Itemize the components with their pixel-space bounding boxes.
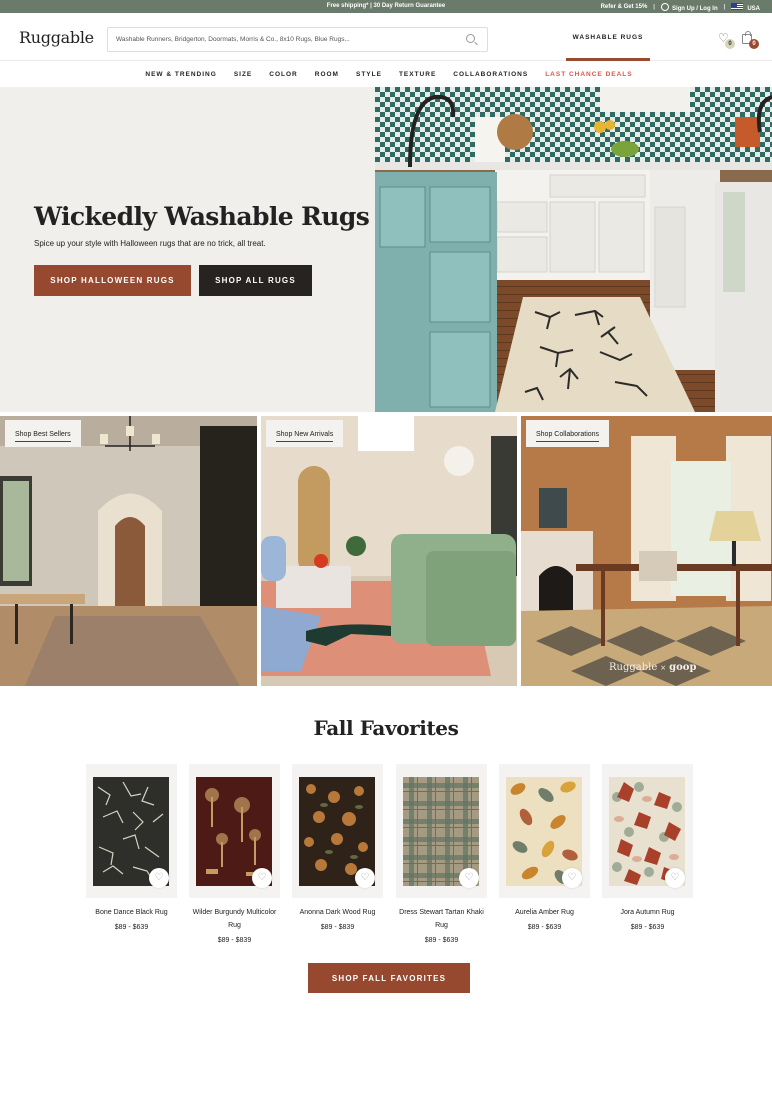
tile-label[interactable]: Shop New Arrivals [266, 420, 344, 447]
ruggable-logo[interactable]: Ruggable [19, 28, 94, 47]
cart-count-badge: 0 [749, 39, 759, 49]
product-name[interactable]: Anonna Dark Wood Rug [292, 906, 383, 919]
ruggable-goop-logo: Ruggable × goop [609, 662, 696, 673]
product-image-card[interactable]: ♡ [602, 764, 693, 898]
collab-times: × [660, 664, 667, 672]
refer-link[interactable]: Refer & Get 15% [601, 4, 648, 10]
nav-style[interactable]: STYLE [356, 71, 382, 78]
product-card[interactable]: ♡ Wilder Burgundy Multicolor Rug $89 - $… [189, 764, 280, 947]
kitchen-illustration [375, 87, 772, 412]
utility-links: Refer & Get 15% | Sign Up / Log In | USA [601, 2, 760, 12]
product-image-card[interactable]: ♡ [189, 764, 280, 898]
product-name[interactable]: Wilder Burgundy Multicolor Rug [189, 906, 280, 932]
tile-label[interactable]: Shop Collaborations [526, 420, 610, 447]
hero-kitchen-image[interactable] [375, 87, 772, 412]
shop-all-rugs-button[interactable]: SHOP ALL RUGS [199, 265, 312, 296]
product-image-card[interactable]: ♡ [86, 764, 177, 898]
nav-new-trending[interactable]: NEW & TRENDING [145, 71, 216, 78]
hero-title: Wickedly Washable Rugs [34, 202, 370, 231]
wishlist-heart-icon[interactable]: ♡ [459, 868, 479, 888]
account-link-label: Sign Up / Log In [671, 6, 718, 12]
product-price: $89 - $639 [424, 937, 459, 944]
nav-last-chance-deals[interactable]: LAST CHANCE DEALS [545, 71, 632, 78]
us-flag-icon [731, 2, 744, 10]
living-room-image [261, 416, 517, 686]
product-name[interactable]: Bone Dance Black Rug [86, 906, 177, 919]
shop-new-arrivals-link[interactable]: Shop New Arrivals [276, 431, 334, 442]
wishlist-heart-icon[interactable]: ♡ [252, 868, 272, 888]
wishlist-heart-icon[interactable]: ♡ [149, 868, 169, 888]
product-image-card[interactable]: ♡ [292, 764, 383, 898]
nav-collaborations[interactable]: COLLABORATIONS [453, 71, 528, 78]
main-nav: NEW & TRENDING SIZE COLOR ROOM STYLE TEX… [0, 61, 772, 87]
fall-favorites-title: Fall Favorites [313, 716, 459, 740]
announcement-bar: Free shipping* | 30 Day Return Guarantee… [0, 0, 772, 13]
shop-fall-favorites-button[interactable]: SHOP FALL FAVORITES [308, 963, 470, 993]
tile-collaborations[interactable]: Shop Collaborations Ruggable × goop [521, 416, 772, 686]
tile-best-sellers[interactable]: Shop Best Sellers [0, 416, 257, 686]
wishlist-heart-icon[interactable]: ♡ [562, 868, 582, 888]
tab-washable-rugs[interactable]: WASHABLE RUGS [566, 13, 650, 61]
cart-button[interactable]: 0 [741, 31, 761, 51]
collab-brand-goop: goop [669, 662, 697, 673]
user-icon [660, 3, 669, 11]
shop-best-sellers-link[interactable]: Shop Best Sellers [15, 431, 71, 442]
tile-label[interactable]: Shop Best Sellers [5, 420, 81, 447]
product-price: $89 - $839 [217, 937, 252, 944]
shop-halloween-rugs-button[interactable]: SHOP HALLOWEEN RUGS [34, 265, 191, 296]
product-card[interactable]: ♡ Anonna Dark Wood Rug $89 - $839 [292, 764, 383, 934]
collab-brand-ruggable: Ruggable [609, 662, 658, 673]
site-header: Ruggable WASHABLE RUGS ♡ 0 0 [0, 13, 772, 61]
product-name[interactable]: Dress Stewart Tartan Khaki Rug [396, 906, 487, 932]
region-label: USA [747, 5, 760, 12]
wishlist-heart-icon[interactable]: ♡ [665, 868, 685, 888]
nav-room[interactable]: ROOM [315, 71, 339, 78]
wishlist-button[interactable]: ♡ 0 [718, 32, 738, 52]
product-card[interactable]: ♡ Aurelia Amber Rug $89 - $639 [499, 764, 590, 934]
search-icon[interactable] [466, 34, 475, 43]
product-card[interactable]: ♡ Bone Dance Black Rug $89 - $639 [86, 764, 177, 934]
region-selector[interactable]: USA [731, 2, 760, 12]
search-input[interactable] [108, 28, 448, 51]
hero-subtitle: Spice up your style with Halloween rugs … [34, 239, 266, 248]
product-carousel: ♡ Bone Dance Black Rug $89 - $639 ♡ Wild… [86, 764, 693, 949]
product-name[interactable]: Aurelia Amber Rug [499, 906, 590, 919]
tile-new-arrivals[interactable]: Shop New Arrivals [261, 416, 517, 686]
category-tiles: Shop Best Sellers Shop New Arrivals Shop… [0, 416, 772, 686]
account-link[interactable]: Sign Up / Log In [660, 2, 718, 12]
hallway-image [0, 416, 257, 686]
product-name[interactable]: Jora Autumn Rug [602, 906, 693, 919]
product-price: $89 - $639 [114, 924, 149, 931]
divider: | [723, 4, 726, 10]
wishlist-heart-icon[interactable]: ♡ [355, 868, 375, 888]
wishlist-count-badge: 0 [725, 39, 735, 49]
product-card[interactable]: ♡ Jora Autumn Rug $89 - $639 [602, 764, 693, 934]
product-price: $89 - $639 [527, 924, 562, 931]
product-image-card[interactable]: ♡ [499, 764, 590, 898]
product-image-card[interactable]: ♡ [396, 764, 487, 898]
shop-collaborations-link[interactable]: Shop Collaborations [536, 431, 600, 442]
product-price: $89 - $839 [320, 924, 355, 931]
study-room-image [521, 416, 772, 686]
product-price: $89 - $639 [630, 924, 665, 931]
nav-color[interactable]: COLOR [269, 71, 297, 78]
nav-texture[interactable]: TEXTURE [399, 71, 436, 78]
product-card[interactable]: ♡ Dress Stewart Tartan Khaki Rug $89 - $… [396, 764, 487, 947]
nav-size[interactable]: SIZE [234, 71, 252, 78]
hero-banner: Wickedly Washable Rugs Spice up your sty… [0, 87, 772, 412]
search-box [107, 27, 488, 52]
divider: | [653, 4, 655, 10]
